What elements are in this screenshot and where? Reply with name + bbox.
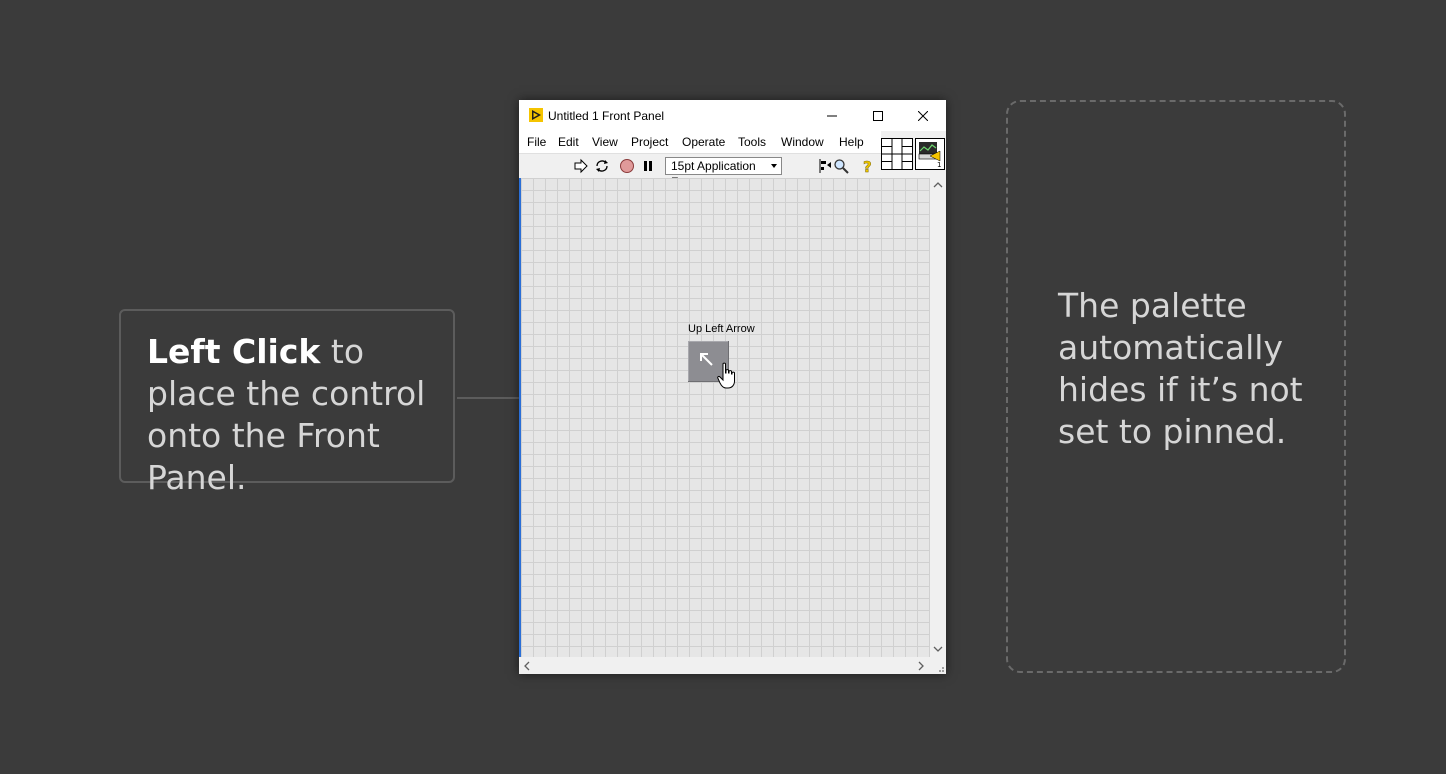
menu-project[interactable]: Project — [631, 135, 668, 149]
svg-text:?: ? — [863, 158, 872, 174]
labview-icon — [529, 108, 543, 122]
callout-connector — [457, 397, 519, 399]
menu-edit[interactable]: Edit — [558, 135, 579, 149]
menu-operate[interactable]: Operate — [682, 135, 725, 149]
vi-icon[interactable]: 1 — [915, 138, 945, 170]
menu-bar: File Edit View Project Operate Tools Win… — [519, 131, 881, 153]
scroll-right-icon[interactable] — [917, 661, 925, 674]
left-click-callout: Left Click to place the control onto the… — [119, 309, 455, 497]
menu-file[interactable]: File — [527, 135, 546, 149]
vi-icon-number: 1 — [937, 161, 941, 169]
maximize-icon — [873, 110, 883, 121]
pause-icon[interactable] — [640, 158, 656, 174]
vertical-scrollbar[interactable] — [930, 178, 946, 657]
connector-grid-icon — [882, 139, 912, 169]
vi-graph-icon: 1 — [918, 142, 941, 169]
toolbar: 15pt Application Font ? — [519, 153, 881, 189]
close-icon — [918, 110, 928, 121]
resize-grip[interactable] — [930, 657, 946, 674]
resize-grip-icon — [939, 667, 944, 672]
help-icon[interactable]: ? — [860, 158, 876, 174]
front-panel-canvas[interactable]: Up Left Arrow — [519, 178, 930, 657]
zoom-magnifier-icon[interactable] — [833, 158, 849, 174]
run-arrow-icon[interactable] — [573, 158, 589, 174]
scroll-up-icon[interactable] — [933, 180, 943, 192]
close-button[interactable] — [900, 100, 946, 131]
menu-help[interactable]: Help — [839, 135, 864, 149]
front-panel-window: Untitled 1 Front Panel File Edit View Pr… — [519, 100, 946, 674]
chevron-down-icon — [771, 164, 777, 168]
control-label: Up Left Arrow — [688, 323, 755, 335]
align-objects-icon[interactable] — [817, 158, 833, 174]
palette-note: The palette automatically hides if it’s … — [1058, 286, 1303, 451]
menu-view[interactable]: View — [592, 135, 618, 149]
minimize-icon — [827, 115, 837, 116]
run-continuously-icon[interactable] — [594, 158, 610, 174]
scroll-left-icon[interactable] — [523, 661, 531, 674]
title-bar[interactable]: Untitled 1 Front Panel — [519, 100, 946, 131]
font-select[interactable]: 15pt Application Font — [665, 157, 782, 189]
menu-window[interactable]: Window — [781, 135, 824, 149]
window-title: Untitled 1 Front Panel — [548, 109, 665, 123]
connector-pane-icon[interactable] — [881, 138, 913, 170]
minimize-button[interactable] — [809, 100, 855, 131]
hand-pointer-cursor-icon — [717, 362, 735, 389]
menu-tools[interactable]: Tools — [738, 135, 766, 149]
scroll-down-icon[interactable] — [933, 644, 943, 656]
horizontal-scrollbar[interactable] — [519, 657, 930, 674]
abort-icon[interactable] — [619, 158, 635, 174]
maximize-button[interactable] — [855, 100, 901, 131]
callout-emphasis: Left Click — [147, 332, 321, 371]
